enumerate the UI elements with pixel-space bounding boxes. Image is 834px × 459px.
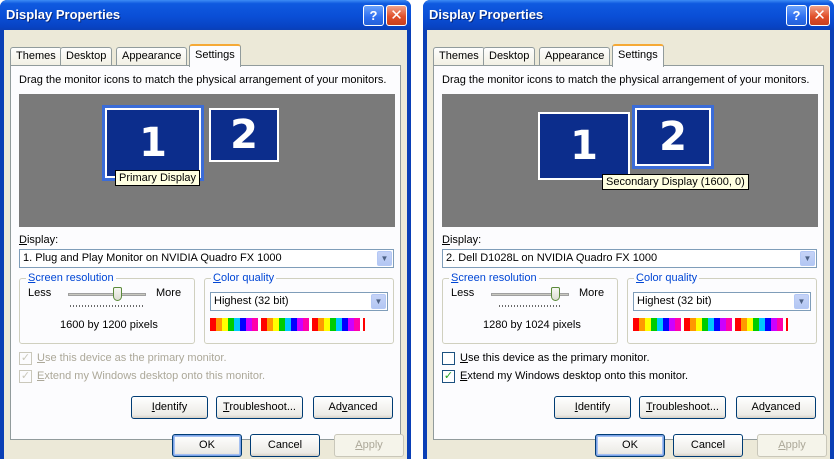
screen-resolution-group: Screen resolution Less More 1280 by 1024… bbox=[442, 272, 618, 344]
less-label: Less bbox=[451, 287, 475, 299]
extend-desktop-checkbox[interactable]: ✓ bbox=[19, 370, 32, 383]
tab-appearance[interactable]: Appearance bbox=[116, 47, 188, 66]
color-quality-select[interactable]: Highest (32 bit) ▼ bbox=[633, 292, 811, 311]
chevron-down-icon[interactable]: ▼ bbox=[800, 251, 815, 266]
color-quality-value: Highest (32 bit) bbox=[637, 295, 712, 307]
troubleshoot-button[interactable]: Troubleshoot... bbox=[216, 396, 303, 419]
resolution-value: 1280 by 1024 pixels bbox=[483, 319, 581, 331]
extend-desktop-label: Extend my Windows desktop onto this moni… bbox=[37, 370, 266, 382]
display-properties-window-primary: Display Properties ? ✕ Themes Desktop Ap… bbox=[0, 0, 411, 459]
color-quality-group: Color quality Highest (32 bit) ▼ bbox=[627, 272, 817, 344]
color-quality-select[interactable]: Highest (32 bit) ▼ bbox=[210, 292, 388, 311]
extend-desktop-label: Extend my Windows desktop onto this moni… bbox=[460, 370, 689, 382]
tab-themes[interactable]: Themes bbox=[10, 47, 62, 66]
monitor-2-icon[interactable]: 2 bbox=[209, 108, 279, 162]
color-quality-value: Highest (32 bit) bbox=[214, 295, 289, 307]
primary-monitor-label: Use this device as the primary monitor. bbox=[37, 352, 227, 364]
tab-desktop[interactable]: Desktop bbox=[60, 47, 113, 66]
more-label: More bbox=[579, 287, 605, 299]
screen-resolution-group: Screen resolution Less More 1600 by 1200… bbox=[19, 272, 195, 344]
color-quality-label: Color quality bbox=[211, 272, 277, 284]
chevron-down-icon[interactable]: ▼ bbox=[794, 294, 809, 309]
screen-resolution-label: Screen resolution bbox=[26, 272, 116, 284]
apply-button[interactable]: Apply bbox=[334, 434, 404, 457]
tab-settings[interactable]: Settings bbox=[189, 44, 241, 67]
color-quality-group: Color quality Highest (32 bit) ▼ bbox=[204, 272, 394, 344]
extend-desktop-checkbox[interactable]: ✓ bbox=[442, 370, 455, 383]
identify-button[interactable]: Identify bbox=[131, 396, 208, 419]
resolution-slider-thumb[interactable] bbox=[551, 287, 560, 301]
color-quality-label: Color quality bbox=[634, 272, 700, 284]
resolution-slider-thumb[interactable] bbox=[113, 287, 122, 301]
close-x-icon: ✕ bbox=[390, 7, 403, 24]
ok-button[interactable]: OK bbox=[172, 434, 242, 457]
identify-button[interactable]: Identify bbox=[554, 396, 631, 419]
monitor-tooltip: Secondary Display (1600, 0) bbox=[602, 174, 749, 190]
settings-panel: Drag the monitor icons to match the phys… bbox=[433, 65, 824, 440]
close-button[interactable]: ✕ bbox=[386, 5, 407, 26]
window-title: Display Properties bbox=[6, 7, 121, 22]
apply-button[interactable]: Apply bbox=[757, 434, 827, 457]
resolution-value: 1600 by 1200 pixels bbox=[60, 319, 158, 331]
close-x-icon: ✕ bbox=[813, 7, 826, 24]
primary-monitor-label: Use this device as the primary monitor. bbox=[460, 352, 650, 364]
resolution-slider-track[interactable] bbox=[68, 293, 146, 296]
display-properties-window-secondary: Display Properties ? ✕ Themes Desktop Ap… bbox=[423, 0, 834, 459]
question-mark-icon: ? bbox=[792, 8, 801, 23]
instruction-text: Drag the monitor icons to match the phys… bbox=[19, 74, 387, 86]
display-select[interactable]: 2. Dell D1028L on NVIDIA Quadro FX 1000 … bbox=[442, 249, 817, 268]
help-button[interactable]: ? bbox=[363, 5, 384, 26]
advanced-button[interactable]: Advanced bbox=[736, 396, 816, 419]
slider-ticks bbox=[70, 305, 144, 307]
chevron-down-icon[interactable]: ▼ bbox=[371, 294, 386, 309]
monitor-1-icon[interactable]: 1 bbox=[538, 112, 630, 180]
question-mark-icon: ? bbox=[369, 8, 378, 23]
display-select-value: 1. Plug and Play Monitor on NVIDIA Quadr… bbox=[23, 252, 282, 264]
cancel-button[interactable]: Cancel bbox=[250, 434, 320, 457]
settings-panel: Drag the monitor icons to match the phys… bbox=[10, 65, 401, 440]
checkmark-icon: ✓ bbox=[20, 370, 31, 382]
tab-desktop[interactable]: Desktop bbox=[483, 47, 536, 66]
display-select-value: 2. Dell D1028L on NVIDIA Quadro FX 1000 bbox=[446, 252, 658, 264]
dialog-body: Themes Desktop Appearance Settings Drag … bbox=[427, 30, 830, 459]
more-label: More bbox=[156, 287, 182, 299]
tab-appearance[interactable]: Appearance bbox=[539, 47, 611, 66]
monitor-tooltip: Primary Display bbox=[115, 170, 201, 186]
title-bar[interactable]: Display Properties ? ✕ bbox=[0, 0, 411, 30]
screen-resolution-label: Screen resolution bbox=[449, 272, 539, 284]
display-label: Display: bbox=[442, 234, 482, 246]
tab-settings[interactable]: Settings bbox=[612, 44, 664, 67]
display-select[interactable]: 1. Plug and Play Monitor on NVIDIA Quadr… bbox=[19, 249, 394, 268]
primary-monitor-checkbox[interactable] bbox=[442, 352, 455, 365]
monitor-1-icon[interactable]: 1 bbox=[102, 105, 204, 181]
window-title: Display Properties bbox=[429, 7, 544, 22]
slider-ticks bbox=[499, 305, 561, 307]
primary-monitor-checkbox[interactable]: ✓ bbox=[19, 352, 32, 365]
display-label: Display: bbox=[19, 234, 59, 246]
tab-themes[interactable]: Themes bbox=[433, 47, 485, 66]
less-label: Less bbox=[28, 287, 52, 299]
instruction-text: Drag the monitor icons to match the phys… bbox=[442, 74, 810, 86]
troubleshoot-button[interactable]: Troubleshoot... bbox=[639, 396, 726, 419]
monitor-arrangement-area: 1 2 Primary Display bbox=[19, 94, 395, 227]
color-spectrum-bar bbox=[633, 318, 788, 331]
color-spectrum-bar bbox=[210, 318, 365, 331]
monitor-arrangement-area: 1 2 Secondary Display (1600, 0) bbox=[442, 94, 818, 227]
chevron-down-icon[interactable]: ▼ bbox=[377, 251, 392, 266]
help-button[interactable]: ? bbox=[786, 5, 807, 26]
close-button[interactable]: ✕ bbox=[809, 5, 830, 26]
dialog-body: Themes Desktop Appearance Settings Drag … bbox=[4, 30, 407, 459]
monitor-2-icon[interactable]: 2 bbox=[632, 105, 714, 169]
checkmark-icon: ✓ bbox=[443, 370, 454, 382]
advanced-button[interactable]: Advanced bbox=[313, 396, 393, 419]
checkmark-icon: ✓ bbox=[20, 352, 31, 364]
cancel-button[interactable]: Cancel bbox=[673, 434, 743, 457]
title-bar[interactable]: Display Properties ? ✕ bbox=[423, 0, 834, 30]
ok-button[interactable]: OK bbox=[595, 434, 665, 457]
